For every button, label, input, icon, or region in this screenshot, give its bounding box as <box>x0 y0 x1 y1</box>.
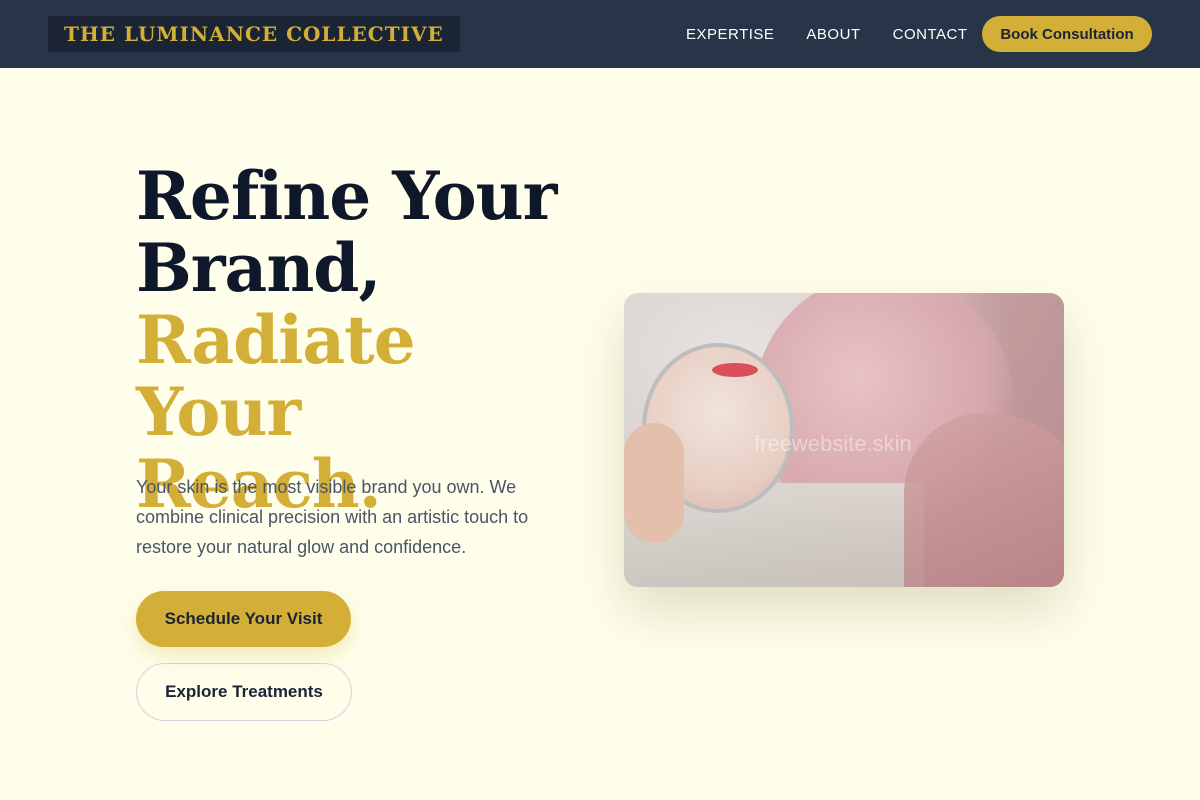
book-consultation-button[interactable]: Book Consultation <box>982 16 1152 52</box>
image-arm <box>904 413 1064 587</box>
explore-treatments-button[interactable]: Explore Treatments <box>136 663 352 721</box>
brand-logo[interactable]: THE LUMINANCE COLLECTIVE <box>48 16 460 52</box>
hero-image: freewebsite.skin <box>624 293 1064 587</box>
hero-title-accent-line: Radiate Your <box>136 301 416 451</box>
image-smile <box>712 363 758 377</box>
nav-link-about[interactable]: ABOUT <box>806 26 860 43</box>
hero-title: Refine Your Brand, Radiate Your Reach. <box>136 160 596 520</box>
nav-links: EXPERTISE ABOUT CONTACT <box>686 0 1000 68</box>
nav-link-contact[interactable]: CONTACT <box>893 26 968 43</box>
hero-title-line: Refine Your <box>136 157 557 235</box>
navbar: THE LUMINANCE COLLECTIVE EXPERTISE ABOUT… <box>0 0 1200 68</box>
image-watermark: freewebsite.skin <box>754 431 912 456</box>
schedule-visit-button[interactable]: Schedule Your Visit <box>136 591 351 647</box>
hero-title-line: Brand, <box>136 229 381 307</box>
hero-description: Your skin is the most visible brand you … <box>136 477 529 557</box>
nav-link-expertise[interactable]: EXPERTISE <box>686 26 774 43</box>
image-hand <box>624 423 684 543</box>
